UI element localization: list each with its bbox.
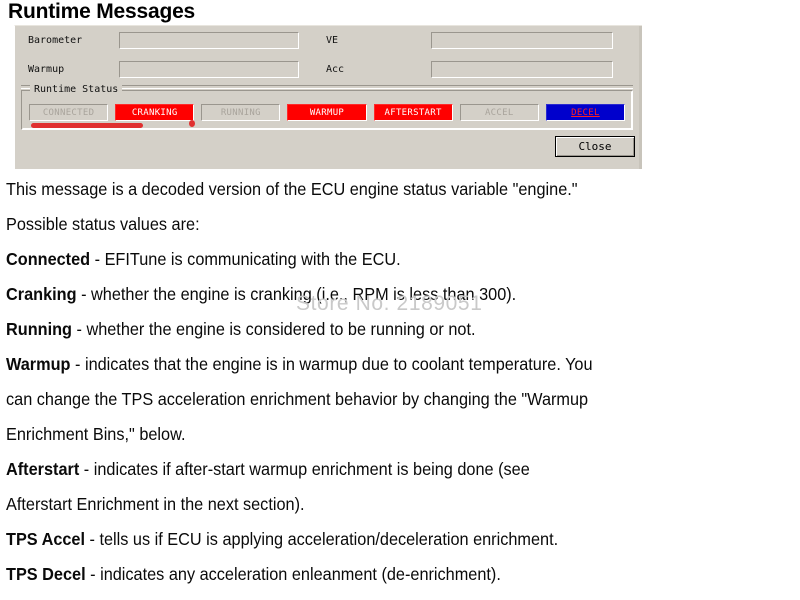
term-connected: Connected: [6, 249, 91, 269]
definition-text: - EFITune is communicating with the ECU.: [90, 249, 401, 269]
annotation-underline-mark: [31, 123, 143, 128]
definition-text: - indicates any acceleration enleanment …: [85, 564, 501, 584]
field-label-warmup: Warmup: [28, 63, 65, 75]
term-afterstart: Afterstart: [6, 459, 80, 479]
term-tps-accel: TPS Accel: [6, 529, 86, 549]
definition-text: - whether the engine is considered to be…: [71, 319, 476, 339]
field-label-acc: Acc: [326, 63, 345, 75]
definition-text: - tells us if ECU is applying accelerati…: [85, 529, 559, 549]
term-warmup: Warmup: [6, 354, 71, 374]
status-indicator-warmup[interactable]: WARMUP: [287, 104, 367, 121]
dialog-right-edge: [639, 26, 642, 169]
runtime-messages-dialog: Barometer VE Warmup Acc Runtime Status C…: [14, 25, 642, 169]
status-indicator-accel[interactable]: ACCEL: [459, 104, 539, 121]
paragraph-possible-values: Possible status values are:: [6, 214, 200, 234]
status-indicator-running[interactable]: RUNNING: [201, 104, 281, 121]
field-label-ve: VE: [326, 34, 339, 46]
definition-text: Afterstart Enrichment in the next sectio…: [6, 494, 305, 514]
annotation-dot-mark: [189, 120, 195, 127]
definition-warmup-cont-2: Enrichment Bins," below.: [6, 417, 741, 452]
field-input-barometer[interactable]: [119, 31, 299, 49]
definition-warmup-cont-1: can change the TPS acceleration enrichme…: [6, 382, 741, 417]
status-indicator-row: CONNECTED CRANKING RUNNING WARMUP AFTERS…: [29, 104, 625, 121]
definition-warmup: Warmup - indicates that the engine is in…: [6, 347, 741, 382]
term-tps-decel: TPS Decel: [6, 564, 86, 584]
gauge-field-grid: Barometer VE Warmup Acc: [15, 26, 637, 82]
field-label-barometer: Barometer: [28, 34, 83, 46]
definition-tps-accel: TPS Accel - tells us if ECU is applying …: [6, 522, 741, 557]
definition-text: - indicates that the engine is in warmup…: [70, 354, 593, 374]
field-input-acc[interactable]: [431, 60, 613, 78]
definition-cranking: Cranking - whether the engine is crankin…: [6, 277, 741, 312]
definition-text: Enrichment Bins," below.: [6, 424, 186, 444]
field-input-ve[interactable]: [431, 31, 613, 49]
definition-running: Running - whether the engine is consider…: [6, 312, 741, 347]
field-row: Warmup Acc: [15, 58, 637, 80]
definition-afterstart-cont: Afterstart Enrichment in the next sectio…: [6, 487, 741, 522]
close-button[interactable]: Close: [555, 136, 635, 157]
field-input-warmup[interactable]: [119, 60, 299, 78]
page-title: Runtime Messages: [8, 0, 196, 23]
term-cranking: Cranking: [6, 284, 77, 304]
definition-afterstart: Afterstart - indicates if after-start wa…: [6, 452, 741, 487]
runtime-status-legend: Runtime Status: [30, 84, 123, 95]
status-indicator-cranking[interactable]: CRANKING: [115, 104, 195, 121]
definition-text: can change the TPS acceleration enrichme…: [6, 389, 589, 409]
definition-tps-decel: TPS Decel - indicates any acceleration e…: [6, 557, 741, 592]
field-row: Barometer VE: [15, 29, 637, 51]
definition-text: - indicates if after-start warmup enrich…: [79, 459, 530, 479]
description-text-block: This message is a decoded version of the…: [6, 172, 796, 592]
paragraph-intro: This message is a decoded version of the…: [6, 179, 578, 199]
term-running: Running: [6, 319, 72, 339]
definition-text: - whether the engine is cranking (i.e., …: [76, 284, 517, 304]
status-indicator-decel[interactable]: DECEL: [545, 104, 625, 121]
status-indicator-connected[interactable]: CONNECTED: [29, 104, 109, 121]
status-indicator-afterstart[interactable]: AFTERSTART: [373, 104, 453, 121]
definition-connected: Connected - EFITune is communicating wit…: [6, 242, 741, 277]
